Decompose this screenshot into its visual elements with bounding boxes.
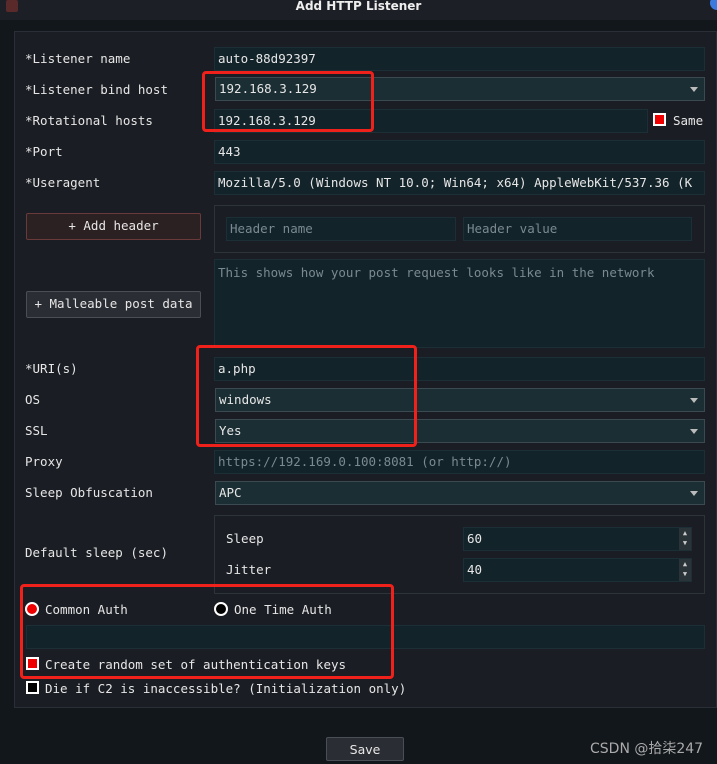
os-label: OS <box>25 392 41 407</box>
malleable-post-data-button[interactable]: + Malleable post data <box>26 291 201 318</box>
bind-host-label: *Listener bind host <box>25 82 168 97</box>
header-name-input[interactable]: Header name <box>226 217 456 241</box>
proxy-label: Proxy <box>25 454 63 469</box>
annotation-box-uri-os-ssl <box>196 345 417 447</box>
annotation-box-hosts <box>202 71 374 132</box>
window-title: Add HTTP Listener <box>295 0 422 13</box>
sleep-label: Sleep <box>226 531 264 546</box>
watermark: CSDN @拾柒247 <box>590 741 704 757</box>
chevron-down-icon <box>690 87 698 92</box>
spin-arrows-icon[interactable]: ▲ ▼ <box>679 528 691 550</box>
sleep-spinbox[interactable]: 60 ▲ ▼ <box>463 527 692 551</box>
app-icon <box>6 0 18 12</box>
useragent-label: *Useragent <box>25 175 101 190</box>
chevron-down-icon <box>690 491 698 496</box>
port-label: *Port <box>25 144 63 159</box>
title-bar: Add HTTP Listener <box>0 0 717 20</box>
useragent-input[interactable]: Mozilla/5.0 (Windows NT 10.0; Win64; x64… <box>214 171 705 195</box>
ssl-label: SSL <box>25 423 48 438</box>
rotational-hosts-label: *Rotational hosts <box>25 113 153 128</box>
sleep-value: 60 <box>467 531 483 546</box>
port-input[interactable]: 443 <box>214 140 705 164</box>
jitter-label: Jitter <box>226 562 272 577</box>
add-header-button[interactable]: + Add header <box>26 213 201 240</box>
header-value-input[interactable]: Header value <box>463 217 692 241</box>
jitter-spinbox[interactable]: 40 ▲ ▼ <box>463 558 692 582</box>
post-data-textarea[interactable]: This shows how your post request looks l… <box>214 259 705 348</box>
spin-arrows-icon[interactable]: ▲ ▼ <box>679 559 691 581</box>
same-checkbox[interactable] <box>653 113 666 126</box>
sleep-obfuscation-label: Sleep Obfuscation <box>25 485 153 500</box>
uris-label: *URI(s) <box>25 361 78 376</box>
annotation-box-auth <box>20 584 394 679</box>
save-button[interactable]: Save <box>326 737 404 761</box>
die-if-inaccessible-label: Die if C2 is inaccessible? (Initializati… <box>45 681 407 696</box>
jitter-value: 40 <box>467 562 483 577</box>
sleep-obfuscation-combo[interactable]: APC <box>215 481 705 505</box>
listener-name-input[interactable]: auto-88d92397 <box>214 47 705 71</box>
die-if-inaccessible-checkbox[interactable] <box>26 681 39 694</box>
listener-name-label: *Listener name <box>25 51 131 66</box>
proxy-input[interactable]: https://192.169.0.100:8081 (or http://) <box>214 450 705 474</box>
chevron-down-icon <box>690 398 698 403</box>
same-label: Same <box>673 113 704 128</box>
chevron-down-icon <box>690 429 698 434</box>
sleep-obfuscation-value: APC <box>219 485 242 500</box>
default-sleep-label: Default sleep (sec) <box>25 545 168 560</box>
